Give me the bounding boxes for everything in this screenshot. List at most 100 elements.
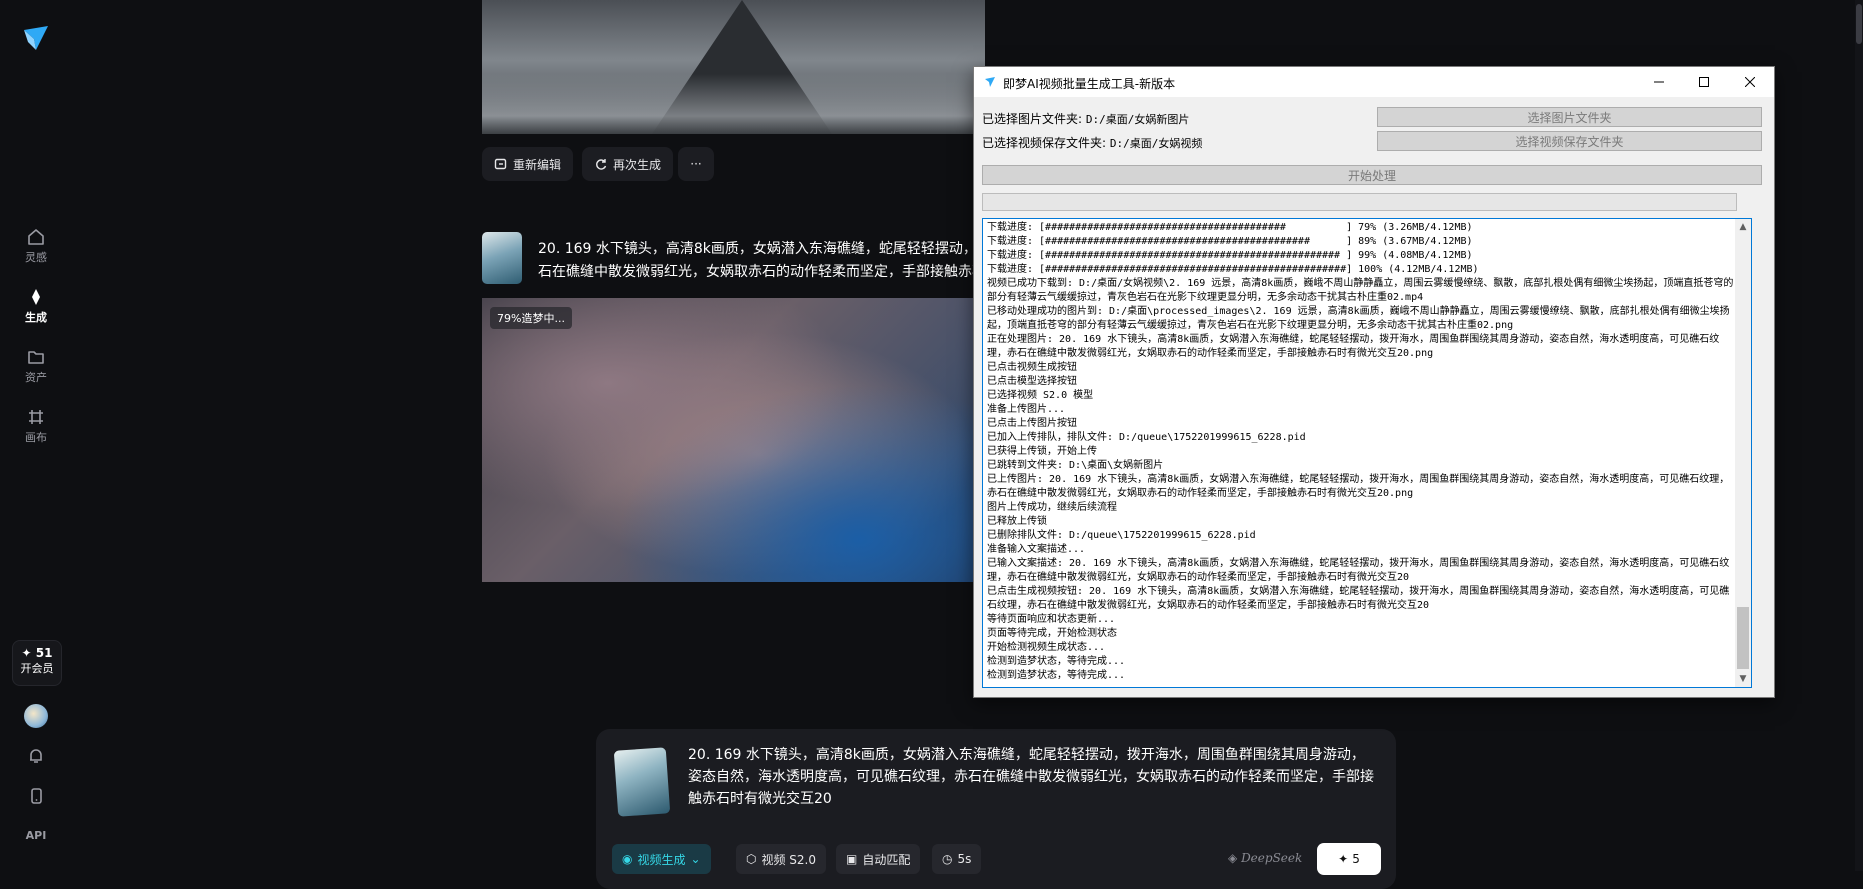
log-line: 页面等待完成，开始检测状态 (987, 628, 1117, 639)
video-mode-icon: ◉ (622, 852, 633, 866)
minimize-icon (1654, 81, 1664, 83)
maximize-button[interactable] (1681, 67, 1727, 97)
re-edit-button[interactable]: 重新编辑 (482, 147, 574, 181)
ratio-select[interactable]: ▣ 自动匹配 (836, 844, 921, 874)
vip-count-value: 51 (35, 646, 53, 660)
api-link[interactable]: API (0, 829, 72, 842)
log-line: 检测到造梦状态，等待完成... (987, 670, 1126, 681)
sidebar-item-inspiration[interactable]: 灵感 (0, 228, 72, 265)
item-prompt-line2: 石在礁缝中散发微弱红光，女娲取赤石的动作轻柔而坚定，手部接触赤石时有微光交互20 (538, 264, 998, 280)
sidebar-item-label: 画布 (25, 431, 47, 444)
sparkle-icon: ✦ (1338, 852, 1349, 866)
log-line: 已上传图片: 20. 169 水下镜头，高清8k画质，女娲潜入东海礁缝，蛇尾轻轻… (987, 474, 1730, 499)
item-thumbnail[interactable] (482, 232, 522, 284)
page-scrollbar-thumb[interactable] (1856, 4, 1862, 44)
lightbulb-icon (28, 229, 44, 245)
log-scrollbar[interactable]: ▲ ▼ (1735, 219, 1751, 687)
folder-icon (28, 351, 44, 364)
app-logo-icon (985, 77, 995, 87)
log-line: 已点击生成视频按钮: 20. 169 水下镜头，高清8k画质，女娲潜入东海礁缝，… (987, 586, 1730, 611)
previous-result-image[interactable] (482, 0, 985, 134)
cube-icon: ⬡ (746, 852, 757, 866)
item-prompt-text: 20. 169 水下镜头，高清8k画质，女娲潜入东海礁缝，蛇尾轻轻摆动，拨开海水… (538, 238, 998, 284)
model-select[interactable]: ⬡ 视频 S2.0 (736, 844, 827, 874)
sidebar-item-label: 生成 (25, 311, 47, 324)
edit-icon (494, 158, 507, 170)
log-line: 准备输入文案描述... (987, 544, 1086, 555)
log-line: 已加入上传排队，排队文件: D:/queue\1752201999615_622… (987, 432, 1306, 443)
log-line: 已选择视频 S2.0 模型 (987, 390, 1094, 401)
mode-label: 视频生成 (637, 852, 686, 867)
close-button[interactable] (1727, 67, 1773, 97)
log-line: 等待页面响应和状态更新... (987, 614, 1116, 625)
deepseek-whale-icon: ◈ (1228, 851, 1238, 865)
window-title: 即梦AI视频批量生成工具-新版本 (1003, 77, 1176, 91)
clock-icon: ◷ (942, 852, 953, 866)
close-icon (1745, 77, 1755, 87)
generate-cost: 5 (1352, 852, 1360, 866)
log-scrollbar-thumb[interactable] (1737, 607, 1749, 669)
duration-select[interactable]: ◷ 5s (932, 844, 982, 874)
ratio-label: 自动匹配 (862, 852, 911, 867)
log-line: 已点击上传图片按钮 (987, 418, 1077, 429)
avatar[interactable] (24, 704, 48, 728)
sidebar-item-canvas[interactable]: 画布 (0, 408, 72, 445)
vip-count: ✦ 51 (13, 646, 61, 660)
progress-bar (982, 193, 1737, 211)
window-titlebar[interactable]: 即梦AI视频批量生成工具-新版本 (974, 67, 1774, 97)
model-label: 视频 S2.0 (761, 852, 817, 867)
generating-preview: 79%造梦中... (482, 298, 985, 582)
scroll-down-icon[interactable]: ▼ (1735, 671, 1751, 687)
log-line: 已删除排队文件: D:/queue\1752201999615_6228.pid (987, 530, 1256, 541)
choose-image-folder-button[interactable]: 选择图片文件夹 (1377, 107, 1762, 127)
image-folder-label: 已选择图片文件夹: (982, 112, 1083, 126)
chevron-down-icon: ⌄ (690, 852, 701, 866)
logo-icon[interactable] (22, 24, 50, 52)
generate-button[interactable]: ✦ 5 (1317, 843, 1381, 875)
choose-video-folder-button[interactable]: 选择视频保存文件夹 (1377, 131, 1762, 151)
bell-icon[interactable] (26, 746, 46, 766)
log-line: 下载进度: [#################################… (987, 250, 1473, 261)
log-line: 已移动处理成功的图片到: D:/桌面\processed_images\2. 1… (987, 306, 1730, 331)
scroll-up-icon[interactable]: ▲ (1735, 219, 1751, 235)
maximize-icon (1699, 77, 1709, 87)
prompt-reference-image[interactable] (613, 747, 671, 817)
regenerate-button[interactable]: 再次生成 (582, 147, 674, 181)
page-scrollbar[interactable] (1855, 0, 1863, 871)
log-line: 已释放上传锁 (987, 516, 1047, 527)
minimize-button[interactable] (1636, 67, 1682, 97)
generation-status-badge: 79%造梦中... (490, 307, 572, 329)
start-processing-button[interactable]: 开始处理 (982, 165, 1762, 185)
sidebar-item-assets[interactable]: 资产 (0, 348, 72, 385)
log-line: 下载进度: [#################################… (987, 236, 1473, 247)
refresh-icon (596, 159, 607, 170)
aspect-icon: ▣ (846, 852, 858, 866)
log-line: 已跳转到文件夹: D:\桌面\女娲新图片 (987, 460, 1164, 471)
prompt-box[interactable]: 20. 169 水下镜头，高清8k画质，女娲潜入东海礁缝，蛇尾轻轻摆动，拨开海水… (596, 729, 1396, 889)
image-folder-path: D:/桌面/女娲新图片 (1085, 113, 1190, 126)
log-line: 已点击模型选择按钮 (987, 376, 1077, 387)
video-folder-path: D:/桌面/女娲视频 (1109, 137, 1203, 150)
fog-overlay (482, 74, 985, 134)
sidebar-item-generate[interactable]: 生成 (0, 288, 72, 325)
more-button[interactable]: ··· (678, 147, 714, 181)
image-folder-row: 已选择图片文件夹: D:/桌面/女娲新图片 (982, 110, 1189, 127)
video-folder-row: 已选择视频保存文件夹: D:/桌面/女娲视频 (982, 134, 1202, 151)
log-line: 已点击视频生成按钮 (987, 362, 1077, 373)
log-line: 正在处理图片: 20. 169 水下镜头，高清8k画质，女娲潜入东海礁缝，蛇尾轻… (987, 334, 1720, 359)
log-textbox[interactable]: 下载进度: [#################################… (982, 218, 1752, 688)
log-line: 准备上传图片... (987, 404, 1066, 415)
mode-select[interactable]: ◉ 视频生成 ⌄ (612, 844, 711, 874)
prompt-input[interactable]: 20. 169 水下镜头，高清8k画质，女娲潜入东海礁缝，蛇尾轻轻摆动，拨开海水… (688, 744, 1378, 810)
vip-button[interactable]: ✦ 51 开会员 (12, 640, 62, 686)
log-line: 已输入文案描述: 20. 169 水下镜头，高清8k画质，女娲潜入东海礁缝，蛇尾… (987, 558, 1730, 583)
log-line: 下载进度: [#################################… (987, 222, 1473, 233)
deepseek-label: DeepSeek (1241, 851, 1303, 865)
canvas-icon (29, 410, 43, 424)
phone-icon[interactable] (26, 786, 46, 806)
batch-tool-window: 即梦AI视频批量生成工具-新版本 已选择图片文件夹: D:/桌面/女娲新图片 选… (973, 66, 1775, 698)
sidebar: 灵感 生成 资产 画布 ✦ 51 开会员 API (0, 0, 72, 871)
log-line: 已获得上传锁，开始上传 (987, 446, 1097, 457)
video-folder-label: 已选择视频保存文件夹: (982, 136, 1107, 150)
regenerate-label: 再次生成 (613, 157, 662, 172)
